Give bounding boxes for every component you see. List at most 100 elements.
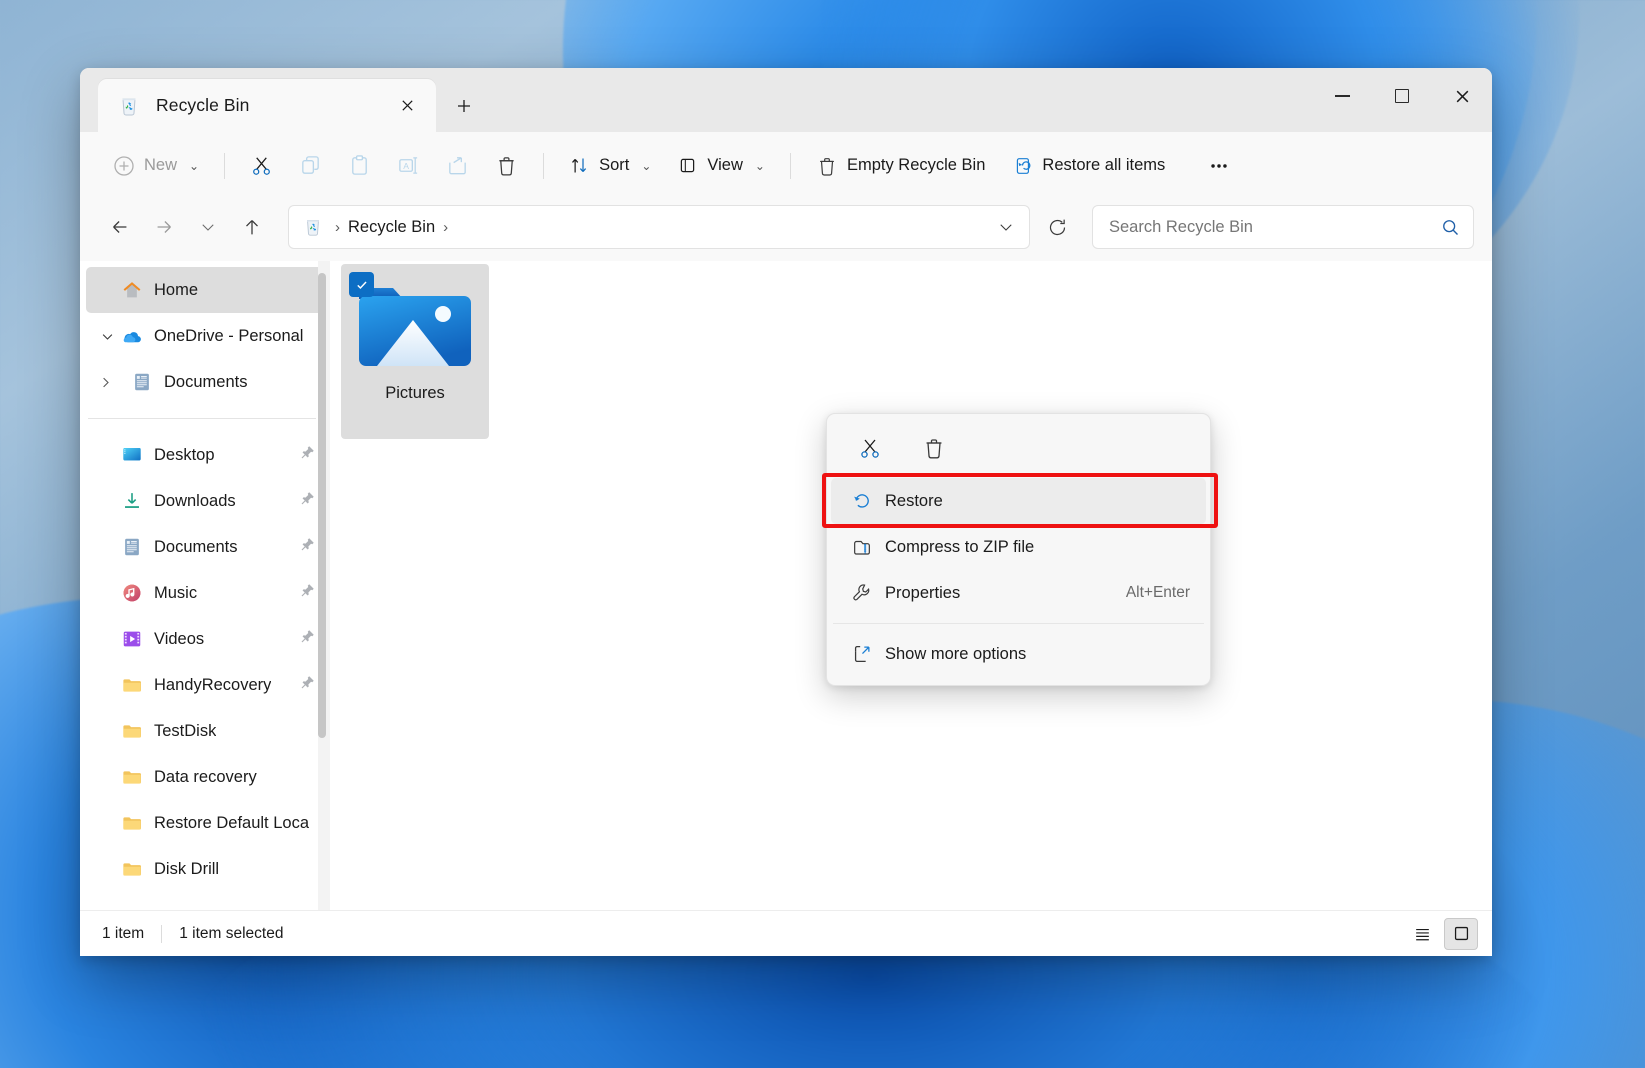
sort-icon [572,158,587,173]
pin-icon[interactable] [299,444,316,466]
view-button[interactable]: View ⌄ [664,144,778,188]
folder-icon [120,811,144,835]
new-button-label: New [144,156,178,174]
forward-button[interactable] [142,207,186,247]
new-tab-button[interactable] [436,79,492,132]
plus-icon [458,99,470,112]
sidebar-item-testdisk[interactable]: TestDisk [86,708,326,754]
pin-icon[interactable] [299,628,316,650]
videos-icon [120,627,144,651]
sidebar-item-videos[interactable]: Videos [86,616,326,662]
recent-locations-button[interactable] [186,207,230,247]
copy-button[interactable] [286,144,335,188]
documents-icon [120,535,144,559]
pin-icon[interactable] [299,674,316,696]
context-menu-item-label: Show more options [885,644,1027,663]
context-menu-icon-row [827,420,1210,478]
chevron-down-icon [202,224,214,231]
sidebar-item-onedrive-personal[interactable]: OneDrive - Personal [86,313,326,359]
up-button[interactable] [230,207,274,247]
pin-icon[interactable] [299,582,316,604]
delete-icon-button[interactable] [913,428,955,468]
sort-button[interactable]: Sort ⌄ [556,144,664,188]
sidebar-item-disk-drill[interactable]: Disk Drill [86,846,326,892]
more-options-button[interactable] [1194,144,1243,188]
sidebar-item-downloads[interactable]: Downloads [86,478,326,524]
cut-button[interactable] [237,144,286,188]
breadcrumb-separator-2[interactable]: › [435,219,456,236]
status-divider [161,924,163,943]
sidebar-item-handyrecovery[interactable]: HandyRecovery [86,662,326,708]
sidebar-item-label: Documents [154,537,238,556]
back-button[interactable] [98,207,142,247]
share-button[interactable] [433,144,482,188]
context-menu-item-restore[interactable]: Restore [831,478,1206,524]
sidebar-item-home[interactable]: Home [86,267,326,313]
trash-icon [820,157,834,176]
toolbar-divider-3 [789,152,791,179]
close-tab-icon[interactable] [392,91,422,121]
sidebar-item-documents[interactable]: Documents [86,359,326,405]
close-window-button[interactable] [1432,68,1492,124]
context-menu-item-accelerator: Alt+Enter [1125,584,1190,601]
new-button[interactable]: New ⌄ [100,144,212,188]
paste-button[interactable] [335,144,384,188]
sidebar-item-documents[interactable]: Documents [86,524,326,570]
recycle-bin-icon [118,95,140,117]
cut-icon-button[interactable] [849,428,891,468]
search-icon[interactable] [1440,217,1461,238]
copy-icon [302,156,319,174]
address-bar-row: › Recycle Bin › [80,199,1492,261]
chevron-down-icon: ⌄ [189,158,200,173]
breadcrumb-recycle-bin[interactable]: Recycle Bin [348,218,435,237]
large-icons-view-button[interactable] [1444,917,1478,950]
details-view-button[interactable] [1405,918,1439,950]
sidebar-item-music[interactable]: Music [86,570,326,616]
wrench-icon [851,582,885,604]
view-label: View [707,156,743,174]
sidebar-item-label: TestDisk [154,721,217,740]
rename-button[interactable]: A [384,144,433,188]
check-icon [356,281,367,289]
maximize-button[interactable] [1372,68,1432,124]
breadcrumb-separator: › [335,218,340,236]
chevron-down-icon: ⌄ [754,158,765,173]
empty-recycle-bin-label: Empty Recycle Bin [846,156,986,174]
window-controls [1312,68,1492,124]
tab-recycle-bin[interactable]: Recycle Bin [98,79,436,132]
context-menu-item-show-more-options[interactable]: Show more options [831,631,1206,677]
sidebar-item-restore-default-loca[interactable]: Restore Default Loca [86,800,326,846]
file-item-pictures[interactable]: Pictures [341,264,489,439]
empty-recycle-bin-button[interactable]: Empty Recycle Bin [803,144,998,188]
file-list-area[interactable]: Pictures Restore Compress to ZIP file Pr… [332,261,1492,910]
context-menu-item-properties[interactable]: Properties Alt+Enter [831,570,1206,616]
chevron-down-icon[interactable] [94,329,120,344]
arrow-right-icon [157,221,171,233]
sidebar-scrollbar-thumb[interactable] [318,273,326,738]
folder-icon [120,719,144,743]
selection-checkbox[interactable] [349,272,374,297]
minimize-button[interactable] [1312,68,1372,124]
delete-button[interactable] [482,144,531,188]
sidebar-item-data-recovery[interactable]: Data recovery [86,754,326,800]
restore-all-items-button[interactable]: Restore all items [998,144,1178,188]
folder-icon [120,857,144,881]
toolbar-divider-2 [543,152,545,179]
pin-icon[interactable] [299,536,316,558]
breadcrumb-dropdown-icon[interactable] [989,210,1023,244]
restore-menu-item-wrapper: Restore [822,473,1218,528]
cut-icon [253,157,270,175]
search-box[interactable] [1092,205,1474,249]
refresh-button[interactable] [1034,205,1080,249]
search-input[interactable] [1109,217,1440,237]
show-more-icon [851,643,885,665]
sidebar-scrollbar-track[interactable] [318,261,330,910]
close-icon [1456,90,1468,102]
pin-icon[interactable] [299,490,316,512]
zip-icon [851,536,885,558]
context-menu-item-compress-to-zip[interactable]: Compress to ZIP file [831,524,1206,570]
breadcrumb[interactable]: › Recycle Bin › [288,205,1030,249]
sidebar-item-desktop[interactable]: Desktop [86,432,326,478]
chevron-right-icon[interactable] [92,375,118,390]
share-icon [449,157,466,175]
